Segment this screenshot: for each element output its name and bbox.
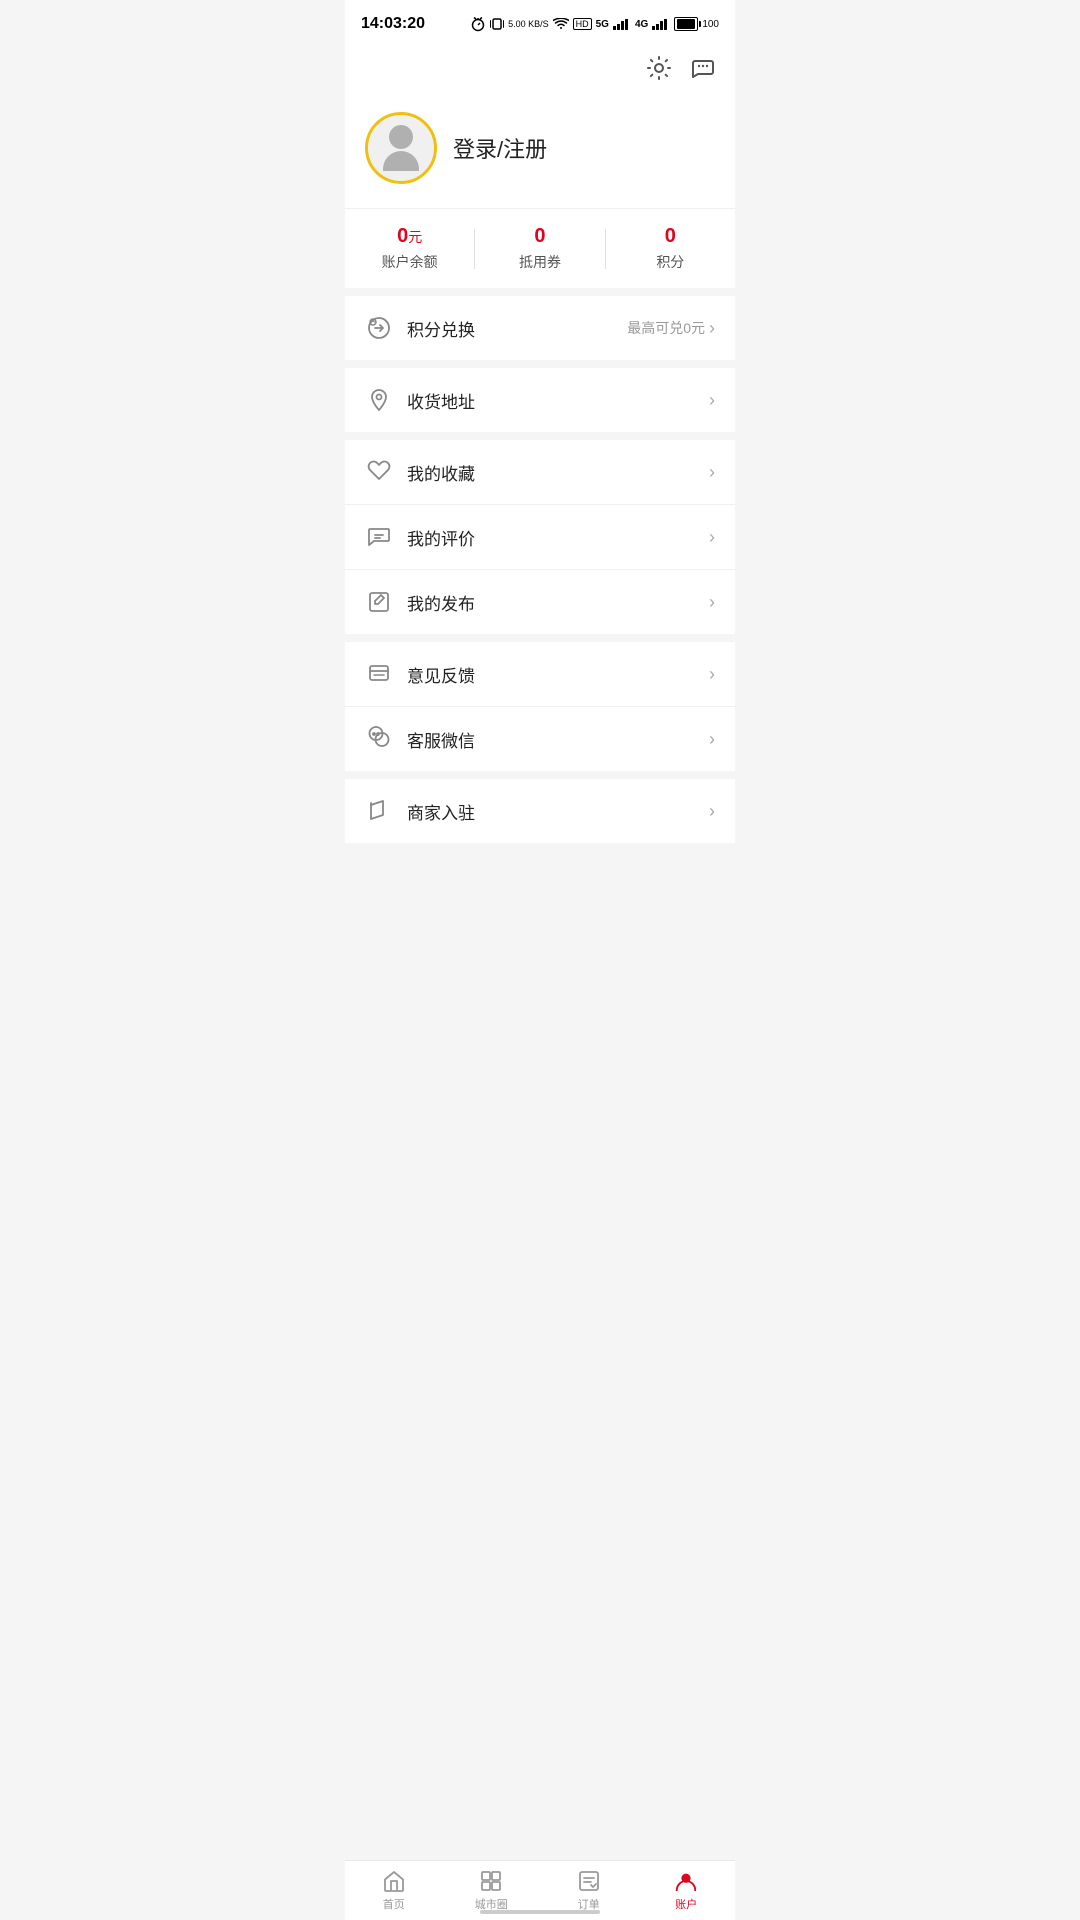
stat-balance-label: 账户余额	[382, 252, 438, 272]
account-nav-icon	[674, 1869, 698, 1893]
nav-home-label: 首页	[383, 1896, 405, 1912]
vibrate-icon	[490, 16, 504, 32]
menu-item-customer-wechat[interactable]: 客服微信 ›	[345, 707, 735, 771]
favorites-label: 我的收藏	[407, 460, 709, 485]
points-exchange-hint: 最高可兑0元	[627, 318, 705, 338]
avatar-head	[389, 125, 413, 149]
stat-points-value: 0	[665, 225, 676, 248]
chevron-icon: ›	[709, 319, 715, 337]
menu-section-address: 收货地址 ›	[345, 368, 735, 432]
chevron-icon: ›	[709, 593, 715, 611]
battery-level: 100	[702, 19, 719, 30]
merchant-join-icon	[365, 797, 393, 825]
stat-balance[interactable]: 0元 账户余额	[345, 225, 474, 272]
stat-voucher-label: 抵用券	[519, 252, 561, 272]
nav-item-home[interactable]: 首页	[345, 1863, 443, 1918]
status-bar: 14:03:20 5.00 KB/S HD 5G 4G	[345, 0, 735, 44]
chevron-icon: ›	[709, 665, 715, 683]
settings-icon	[646, 55, 672, 81]
nav-account-label: 账户	[675, 1896, 697, 1912]
menu-item-reviews[interactable]: 我的评价 ›	[345, 505, 735, 570]
menu-item-merchant-join[interactable]: 商家入驻 ›	[345, 779, 735, 843]
customer-wechat-icon	[365, 725, 393, 753]
menu-item-posts[interactable]: 我的发布 ›	[345, 570, 735, 634]
city-circle-nav-icon	[479, 1869, 503, 1893]
nav-item-account[interactable]: 账户	[638, 1863, 736, 1918]
5g-badge: 5G	[596, 19, 609, 30]
stat-points[interactable]: 0 积分	[606, 225, 735, 272]
shipping-address-label: 收货地址	[407, 388, 709, 413]
chevron-icon: ›	[709, 391, 715, 409]
posts-label: 我的发布	[407, 590, 709, 615]
stat-points-label: 积分	[656, 252, 684, 272]
menu-item-points-exchange[interactable]: 积分兑换 最高可兑0元 ›	[345, 296, 735, 360]
wifi-icon	[553, 18, 569, 30]
stats-section: 0元 账户余额 0 抵用券 0 积分	[345, 208, 735, 288]
customer-wechat-label: 客服微信	[407, 727, 709, 752]
menu-item-shipping-address[interactable]: 收货地址 ›	[345, 368, 735, 432]
top-action-bar	[345, 44, 735, 92]
menu-item-favorites[interactable]: 我的收藏 ›	[345, 440, 735, 505]
avatar[interactable]	[365, 112, 437, 184]
chevron-icon: ›	[709, 528, 715, 546]
stat-voucher[interactable]: 0 抵用券	[475, 225, 604, 272]
home-nav-icon	[382, 1869, 406, 1893]
chevron-icon: ›	[709, 730, 715, 748]
login-register-link[interactable]: 登录/注册	[453, 132, 547, 164]
reviews-icon	[365, 523, 393, 551]
network-speed: 5.00 KB/S	[508, 19, 549, 30]
bottom-indicator	[480, 1910, 600, 1914]
menu-section-user-content: 我的收藏 › 我的评价 ›	[345, 440, 735, 634]
avatar-placeholder	[383, 125, 419, 171]
signal-5g-icon	[613, 18, 631, 30]
settings-button[interactable]	[643, 52, 675, 84]
feedback-label: 意见反馈	[407, 662, 709, 687]
message-button[interactable]	[687, 52, 719, 84]
signal-4g-icon	[652, 18, 670, 30]
points-exchange-label: 积分兑换	[407, 316, 627, 341]
points-exchange-right: 最高可兑0元 ›	[627, 318, 715, 338]
menu-section-merchant: 商家入驻 ›	[345, 779, 735, 843]
battery-icon	[674, 17, 698, 31]
status-time: 14:03:20	[361, 15, 425, 33]
menu-item-feedback[interactable]: 意见反馈 ›	[345, 642, 735, 707]
chevron-icon: ›	[709, 463, 715, 481]
feedback-icon	[365, 660, 393, 688]
orders-nav-icon	[577, 1869, 601, 1893]
message-icon	[690, 55, 716, 81]
stat-balance-value: 0元	[397, 225, 422, 248]
favorites-icon	[365, 458, 393, 486]
points-exchange-icon	[365, 314, 393, 342]
stat-voucher-value: 0	[534, 225, 545, 248]
hd-badge: HD	[573, 18, 592, 30]
menu-section-points: 积分兑换 最高可兑0元 ›	[345, 296, 735, 360]
menu-section-support: 意见反馈 › 客服微信 ›	[345, 642, 735, 771]
merchant-join-label: 商家入驻	[407, 799, 709, 824]
shipping-address-icon	[365, 386, 393, 414]
profile-section: 登录/注册	[345, 92, 735, 208]
avatar-body	[383, 151, 419, 171]
status-icons: 5.00 KB/S HD 5G 4G 100	[470, 16, 719, 32]
shipping-address-right: ›	[709, 391, 715, 409]
chevron-icon: ›	[709, 802, 715, 820]
4g-badge: 4G	[635, 19, 648, 30]
alarm-icon	[470, 16, 486, 32]
posts-icon	[365, 588, 393, 616]
reviews-label: 我的评价	[407, 525, 709, 550]
